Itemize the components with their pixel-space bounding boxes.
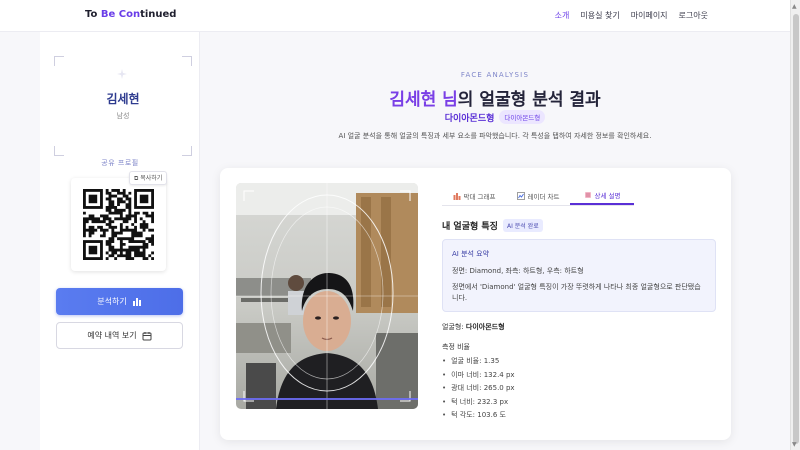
copy-button-label: 복사하기 — [140, 175, 163, 182]
face-type-line: 얼굴형: 다이아몬드형 — [442, 322, 505, 332]
spark-icon — [117, 69, 127, 79]
face-type-row: 다이아몬드형 다이아몬드형 — [200, 110, 790, 124]
reservation-button-label: 예약 내역 보기 — [87, 331, 137, 340]
profile-sidebar: 김세현 남성 공유 프로필 ⧉ 복사하기 분석하기 예약 내역 보기 — [40, 32, 200, 450]
calendar-icon — [142, 331, 152, 340]
tab-radar-chart[interactable]: 레이더 차트 — [506, 186, 570, 205]
title-text: 의 얼굴형 분석 결과 — [457, 90, 601, 110]
qr-code-card: ⧉ 복사하기 — [71, 171, 168, 271]
tab-label: 막대 그래프 — [463, 192, 496, 201]
title-user-name: 김세현 님 — [389, 90, 458, 110]
tab-detail[interactable]: 상세 설명 — [570, 186, 634, 205]
frame-corner — [182, 146, 192, 156]
list-item: 이마 너비: 132.4 px — [442, 370, 514, 384]
list-item: 얼굴 비율: 1.35 — [442, 356, 515, 370]
ai-status-badge: AI 분석 완료 — [503, 219, 543, 232]
face-type-label: 얼굴형: — [442, 323, 464, 331]
feature-section-title: 내 얼굴형 특징 — [442, 222, 498, 232]
user-name: 김세현 — [106, 92, 140, 106]
detail-icon — [584, 191, 591, 198]
share-profile-label: 공유 프로필 — [101, 159, 139, 167]
scroll-down-arrow-icon[interactable]: ▼ — [792, 441, 797, 448]
face-type-name: 다이아몬드형 — [444, 113, 495, 124]
section-eyebrow: FACE ANALYSIS — [460, 71, 530, 79]
logo[interactable]: To Be Continued — [85, 9, 176, 20]
main-nav: 소개 미용실 찾기 마이페이지 로그아웃 — [555, 10, 708, 21]
nav-link-mypage[interactable]: 마이페이지 — [631, 10, 668, 21]
scroll-up-arrow-icon[interactable]: ▲ — [792, 3, 797, 10]
face-type-badge: 다이아몬드형 — [499, 110, 546, 124]
ai-summary-box: AI 분석 요약 정면: Diamond, 좌측: 하트형, 우측: 하트형 정… — [442, 239, 716, 312]
logo-accent-2: Con — [118, 9, 141, 20]
nav-link-logout[interactable]: 로그아웃 — [679, 10, 708, 21]
copy-icon: ⧉ — [134, 175, 139, 182]
tab-label: 레이더 차트 — [527, 192, 560, 201]
ratio-section-title: 측정 비율 — [442, 343, 470, 351]
scrollbar-thumb[interactable] — [793, 14, 799, 444]
tab-bar-chart[interactable]: 막대 그래프 — [442, 186, 506, 205]
nav-link-about[interactable]: 소개 — [555, 10, 570, 21]
summary-text: 정면에서 'Diamond' 얼굴형 특징이 가장 뚜렷하게 나타나 최종 얼굴… — [452, 283, 701, 302]
analysis-result-card: 막대 그래프 레이더 차트 상세 설명 내 얼굴형 특징 AI 분석 완료 AI… — [220, 168, 731, 440]
face-photo — [236, 183, 418, 409]
top-nav-bar: To Be Continued 소개 미용실 찾기 마이페이지 로그아웃 — [0, 0, 790, 32]
ratio-list: 얼굴 비율: 1.35 이마 너비: 132.4 px 광대 너비: 265.0… — [442, 356, 515, 424]
radar-chart-icon — [516, 191, 525, 200]
logo-text-2: tinued — [140, 9, 177, 20]
page-title: 김세현 님의 얼굴형 분석 결과 — [200, 85, 790, 110]
nav-link-find-salon[interactable]: 미용실 찾기 — [580, 10, 619, 21]
analyze-button[interactable]: 분석하기 — [56, 288, 183, 315]
reservation-history-button[interactable]: 예약 내역 보기 — [56, 322, 183, 349]
list-item: 턱 각도: 103.6 도 — [442, 410, 515, 424]
face-scan-image — [236, 183, 418, 409]
logo-accent-1: Be — [100, 9, 116, 20]
face-type-value: 다이아몬드형 — [465, 323, 505, 331]
frame-corner — [54, 146, 64, 156]
page-scrollbar[interactable]: ▲ ▼ — [790, 0, 800, 450]
result-tabs: 막대 그래프 레이더 차트 상세 설명 — [442, 186, 634, 206]
summary-title: AI 분석 요약 — [452, 250, 490, 258]
list-item: 광대 너비: 265.0 px — [442, 383, 514, 397]
copy-button[interactable]: ⧉ 복사하기 — [129, 171, 168, 185]
bar-chart-icon — [132, 298, 141, 306]
list-item: 턱 너비: 232.3 px — [442, 397, 515, 411]
analyze-button-label: 분석하기 — [97, 297, 127, 306]
profile-card: 김세현 남성 — [54, 56, 192, 156]
tab-label: 상세 설명 — [594, 191, 621, 200]
page-description: AI 얼굴 분석을 통해 얼굴의 특징과 세부 요소를 파악했습니다. 각 특성… — [338, 132, 652, 140]
frame-corner — [54, 56, 64, 66]
bar-chart-icon — [453, 192, 461, 200]
summary-angles: 정면: Diamond, 좌측: 하트형, 우측: 하트형 — [452, 267, 584, 275]
qr-code — [83, 189, 154, 260]
user-gender: 남성 — [116, 112, 130, 120]
logo-text-1: To — [85, 9, 101, 20]
frame-corner — [182, 56, 192, 66]
